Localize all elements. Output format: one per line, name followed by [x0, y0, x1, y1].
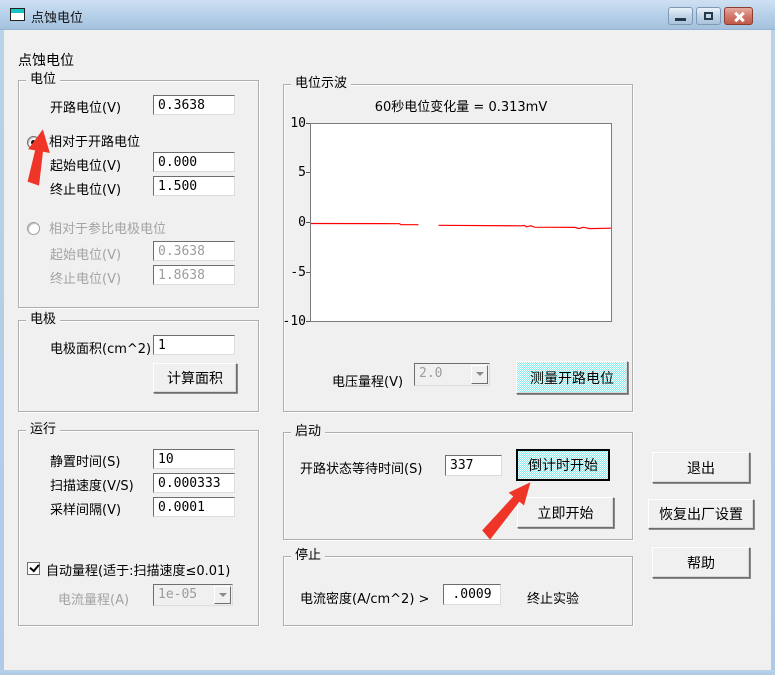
maximize-button[interactable] [696, 7, 721, 25]
close-icon [732, 10, 746, 24]
end-potential-label: 终止电位(V) [50, 179, 121, 198]
ref-end-potential-label: 终止电位(V) [50, 268, 121, 287]
minimize-button[interactable] [668, 7, 693, 25]
group-stop-caption: 停止 [291, 549, 325, 563]
window: 点蚀电位 点蚀电位 电位 开路电位(V) 相对于开路电位 起始电位(V) 终止电… [0, 0, 775, 675]
wait-time-label: 开路状态等待时间(S) [300, 458, 422, 477]
ref-end-potential-input [153, 265, 235, 285]
scan-rate-input[interactable] [153, 473, 235, 493]
ytick-0: 0 [278, 215, 306, 230]
group-scope-caption: 电位示波 [291, 77, 351, 91]
group-potential-caption: 电位 [26, 73, 60, 87]
chevron-down-icon [214, 586, 231, 604]
page-title: 点蚀电位 [18, 50, 74, 70]
electrode-area-input[interactable] [153, 335, 235, 355]
scan-rate-label: 扫描速度(V/S) [50, 475, 134, 494]
factory-reset-button[interactable]: 恢复出厂设置 [648, 499, 754, 529]
current-density-label: 电流密度(A/cm^2) > [300, 588, 429, 607]
electrode-area-label: 电极面积(cm^2) [50, 338, 151, 357]
minimize-icon [675, 18, 686, 21]
maximize-icon [704, 12, 713, 20]
window-border-right [771, 30, 775, 671]
window-title: 点蚀电位 [31, 7, 83, 26]
auto-range-checkbox[interactable] [27, 562, 40, 575]
radio-relative-open-circuit-label[interactable]: 相对于开路电位 [49, 131, 140, 150]
ref-start-potential-input [153, 241, 235, 261]
measure-open-circuit-button[interactable]: 测量开路电位 [516, 361, 628, 394]
chevron-down-icon [471, 365, 488, 384]
titlebar[interactable]: 点蚀电位 [0, 0, 775, 30]
rest-time-input[interactable] [153, 449, 235, 469]
exit-button[interactable]: 退出 [652, 452, 750, 483]
chart-line-canvas [311, 124, 611, 321]
open-circuit-label: 开路电位(V) [50, 97, 121, 116]
start-now-button[interactable]: 立即开始 [517, 497, 614, 528]
tick-mark [306, 123, 310, 124]
open-circuit-input[interactable] [153, 95, 235, 115]
ytick-neg10: -10 [278, 314, 306, 329]
current-range-value: 1e-05 [158, 587, 197, 602]
tick-mark [306, 321, 310, 322]
tick-mark [306, 172, 310, 173]
start-potential-label: 起始电位(V) [50, 155, 121, 174]
voltage-range-value: 2.0 [419, 366, 442, 381]
wait-time-input[interactable] [445, 455, 502, 476]
sample-interval-input[interactable] [153, 497, 235, 517]
close-button[interactable] [724, 7, 753, 25]
calculate-area-button[interactable]: 计算面积 [153, 363, 237, 393]
current-range-label: 电流量程(A) [58, 589, 129, 608]
voltage-range-select: 2.0 [414, 363, 490, 386]
end-potential-input[interactable] [153, 176, 235, 196]
radio-relative-reference[interactable] [27, 222, 40, 235]
help-button[interactable]: 帮助 [652, 547, 750, 578]
current-range-select: 1e-05 [153, 584, 233, 606]
window-border-left [0, 30, 4, 671]
start-potential-input[interactable] [153, 152, 235, 172]
window-border-bottom [0, 670, 775, 675]
group-electrode-caption: 电极 [26, 313, 60, 327]
countdown-start-button[interactable]: 倒计时开始 [516, 449, 610, 481]
group-run-caption: 运行 [26, 423, 60, 437]
form-icon [10, 8, 25, 21]
auto-range-label[interactable]: 自动量程(适于:扫描速度≤0.01) [46, 560, 230, 579]
chart-title: 60秒电位变化量 = 0.313mV [310, 96, 612, 115]
current-density-input[interactable] [443, 584, 501, 605]
ytick-5: 5 [278, 165, 306, 180]
terminate-experiment-label: 终止实验 [527, 588, 579, 607]
sample-interval-label: 采样间隔(V) [50, 499, 121, 518]
radio-relative-reference-label[interactable]: 相对于参比电极电位 [49, 218, 166, 237]
rest-time-label: 静置时间(S) [50, 451, 120, 470]
ytick-10: 10 [278, 116, 306, 131]
ytick-neg5: -5 [278, 265, 306, 280]
tick-mark [306, 272, 310, 273]
voltage-range-label: 电压量程(V) [332, 371, 403, 390]
potential-chart [310, 123, 612, 322]
ref-start-potential-label: 起始电位(V) [50, 244, 121, 263]
group-start-caption: 启动 [291, 425, 325, 439]
tick-mark [306, 222, 310, 223]
